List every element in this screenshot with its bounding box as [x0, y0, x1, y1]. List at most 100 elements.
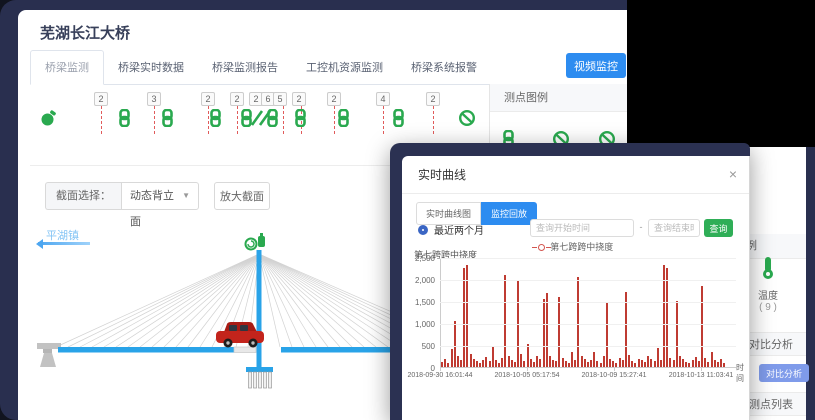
chart-bar [631, 361, 633, 367]
recent-range-radio-row: 最近两个月 [418, 222, 484, 237]
section-select-value: 动态背立面 [130, 183, 182, 209]
chain-icon[interactable] [161, 109, 174, 132]
chart-bar [533, 362, 535, 367]
chart-bar [574, 360, 576, 367]
sensor-row: 23222652242 [18, 10, 490, 160]
chart-bar [571, 352, 573, 367]
range-separator: - [636, 222, 646, 232]
start-time-input[interactable] [530, 219, 634, 237]
sensor-count-badge: 2 [230, 92, 244, 106]
chart-bar [463, 268, 465, 367]
chart-bar [711, 352, 713, 367]
chart-bar [546, 293, 548, 367]
chart-bar [676, 301, 678, 367]
video-monitor-button[interactable]: 视频监控 [566, 53, 626, 78]
chart-bar [638, 359, 640, 367]
chart-bar [539, 359, 541, 367]
sensor-count-badge: 2 [201, 92, 215, 106]
close-icon[interactable]: × [729, 166, 737, 182]
temperature-legend: 温度 ( 9 ) [748, 256, 788, 313]
tab-monitor-playback[interactable]: 监控回放 [481, 202, 537, 225]
chart-bar [504, 275, 506, 367]
chart-bar [523, 361, 525, 367]
sensor-count-badge: 2 [94, 92, 108, 106]
x-axis-name: 时间 [736, 362, 749, 384]
deflection-chart: 第七跨跨中挠度 时间 2,5002,0001,5001,00050002018-… [402, 248, 749, 420]
bridge-deck-left [58, 347, 234, 353]
chart-bar [688, 363, 690, 367]
x-tick-mark [527, 368, 528, 371]
chain-icon[interactable] [266, 109, 279, 132]
chart-bar [609, 359, 611, 367]
temperature-label: 温度 [748, 287, 788, 302]
x-tick-label: 2018-10-09 15:27:41 [582, 372, 647, 379]
sensor-count-badge: 3 [147, 92, 161, 106]
sensor-count-badge: 4 [376, 92, 390, 106]
compare-analysis-button[interactable]: 对比分析 [759, 364, 809, 382]
chain-icon[interactable] [392, 109, 405, 132]
chart-bar [679, 356, 681, 367]
chart-bar [479, 363, 481, 367]
sensor-count-badge: 5 [273, 92, 287, 106]
dashed-drop-line [433, 106, 434, 134]
query-button[interactable]: 查询 [704, 219, 733, 237]
chart-bar [647, 356, 649, 367]
modal-content: 实时曲线 × 实时曲线图 监控回放 最近两个月 - 查询 第七跨跨中挠度 第七跨… [402, 156, 750, 420]
chart-plot-area [440, 258, 736, 368]
chart-bar [549, 356, 551, 367]
chain-icon[interactable] [209, 109, 222, 132]
y-tick-label: 2,000 [402, 276, 435, 285]
sensor-count-badge: 2 [292, 92, 306, 106]
prohibit-icon[interactable] [458, 109, 476, 132]
chain-icon[interactable] [118, 109, 131, 132]
chart-bar [520, 354, 522, 367]
chart-bar [654, 361, 656, 367]
pylon-sensor-icon [246, 233, 266, 250]
deck-joint [234, 347, 256, 353]
dashed-drop-line [283, 106, 284, 134]
dashed-drop-line [154, 106, 155, 134]
chart-bar [451, 349, 453, 367]
y-tick-label: 1,000 [402, 320, 435, 329]
chart-bar [508, 356, 510, 367]
chart-bar [720, 359, 722, 367]
chart-bar [606, 303, 608, 367]
x-tick-mark [440, 368, 441, 371]
chain-icon[interactable] [337, 109, 350, 132]
chart-bar [543, 299, 545, 367]
chain-icon[interactable] [294, 109, 307, 132]
chart-bar [723, 363, 725, 367]
chart-bar [527, 344, 529, 367]
black-window [627, 0, 815, 147]
temperature-count: ( 9 ) [748, 302, 788, 313]
chart-bar [587, 362, 589, 367]
radio-recent-two-months[interactable] [418, 225, 428, 235]
modal-titlebar: 实时曲线 × [402, 156, 749, 194]
x-tick-label: 2018-09-30 16:01:44 [408, 372, 473, 379]
section-select-group: 截面选择： 动态背立面 ▼ [45, 182, 199, 210]
chart-bar [698, 361, 700, 367]
chart-bar [590, 360, 592, 367]
chart-bar [562, 358, 564, 367]
chart-bar [489, 361, 491, 367]
section-select-dropdown[interactable]: 动态背立面 ▼ [121, 182, 199, 210]
chart-bar [615, 363, 617, 367]
chart-bar [558, 297, 560, 367]
end-time-input[interactable] [648, 219, 700, 237]
chart-bar [641, 360, 643, 367]
thermometer-icon [761, 256, 775, 280]
chart-bar [669, 358, 671, 367]
y-tick-label: 2,500 [402, 254, 435, 263]
chart-bar [511, 360, 513, 367]
y-tick-label: 1,500 [402, 298, 435, 307]
chart-bar [717, 362, 719, 367]
x-tick-mark [701, 368, 702, 371]
chart-bar [685, 362, 687, 367]
chart-bar [552, 360, 554, 367]
chart-bar [619, 358, 621, 367]
x-tick-label: 2018-10-05 05:17:54 [495, 372, 560, 379]
chart-bar [495, 360, 497, 367]
enlarge-section-button[interactable]: 放大截面 [214, 182, 270, 210]
gridline [440, 302, 736, 303]
chart-bar [454, 321, 456, 367]
